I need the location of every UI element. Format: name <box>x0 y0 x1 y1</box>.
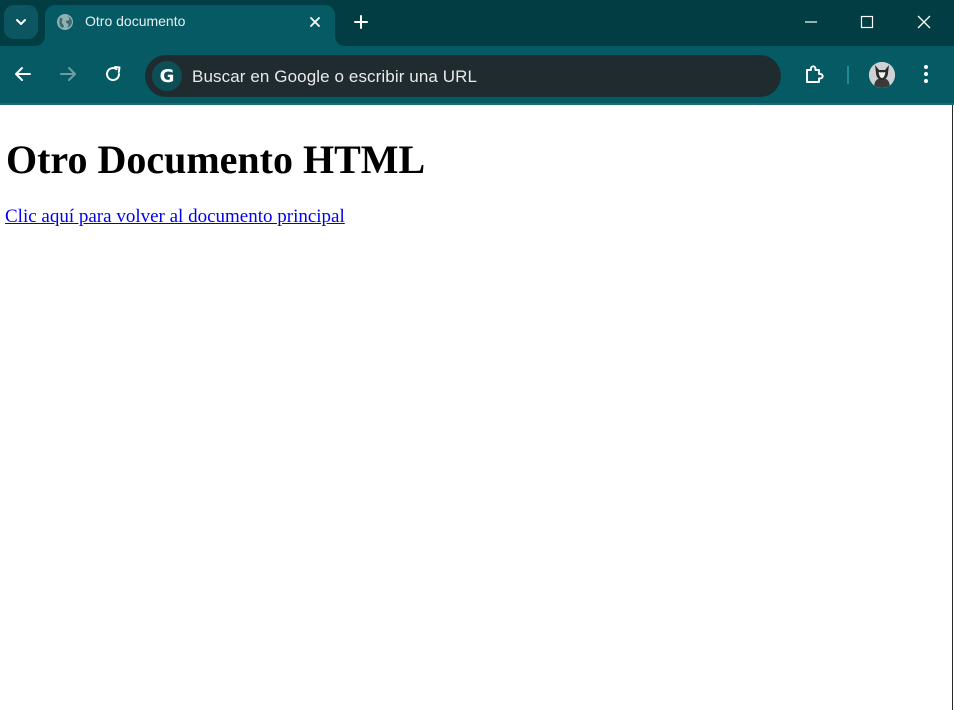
page-viewport: Otro Documento HTML Clic aquí para volve… <box>0 105 953 710</box>
reload-button[interactable] <box>97 58 129 90</box>
menu-button[interactable] <box>910 58 942 90</box>
globe-icon <box>57 14 73 30</box>
close-icon <box>917 15 931 29</box>
browser-toolbar: G Buscar en Google o escribir una URL <box>0 46 954 103</box>
forward-button[interactable] <box>52 58 84 90</box>
omnibox[interactable]: G Buscar en Google o escribir una URL <box>145 55 781 97</box>
close-window-button[interactable] <box>901 4 947 40</box>
google-g-icon: G <box>152 61 182 91</box>
puzzle-icon <box>806 65 824 83</box>
avatar-icon <box>869 62 895 88</box>
arrow-right-icon <box>60 67 76 81</box>
tab-strip: Otro documento <box>0 0 954 46</box>
back-button[interactable] <box>7 58 39 90</box>
plus-icon <box>354 15 368 29</box>
tab-search-button[interactable] <box>4 5 38 39</box>
page-title: Otro Documento HTML <box>6 137 426 182</box>
arrow-left-icon <box>15 67 31 81</box>
toolbar-divider <box>847 66 849 84</box>
chevron-down-icon <box>16 19 26 25</box>
maximize-icon <box>860 15 874 29</box>
tab-title: Otro documento <box>85 13 186 29</box>
tab-close-button[interactable] <box>305 12 325 32</box>
maximize-button[interactable] <box>844 4 890 40</box>
kebab-menu-icon <box>924 65 928 83</box>
omnibox-placeholder: Buscar en Google o escribir una URL <box>192 67 478 86</box>
close-icon <box>310 17 320 27</box>
minimize-icon <box>805 21 817 23</box>
back-to-main-link[interactable]: Clic aquí para volver al documento princ… <box>5 206 345 228</box>
minimize-button[interactable] <box>788 4 834 40</box>
extensions-button[interactable] <box>799 58 831 90</box>
reload-icon <box>106 66 121 82</box>
new-tab-button[interactable] <box>349 10 373 34</box>
active-tab[interactable]: Otro documento <box>45 5 335 46</box>
avatar[interactable] <box>869 62 895 88</box>
